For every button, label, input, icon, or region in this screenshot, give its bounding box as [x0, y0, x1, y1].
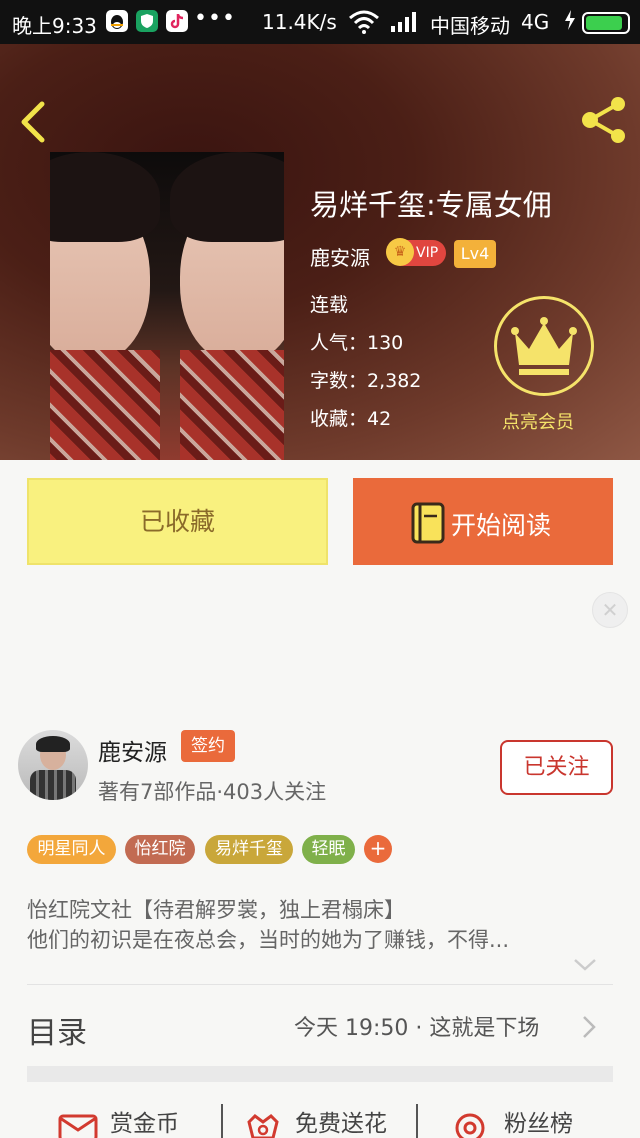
tag-item[interactable]: 怡红院: [125, 835, 195, 864]
send-flower-label: 免费送花: [295, 1111, 387, 1137]
status-bar: 晚上9:33 ••• 11.4K/s 中国移动 4G: [0, 0, 640, 44]
vip-label: VIP: [416, 245, 439, 261]
fan-rank-button[interactable]: 粉丝榜: [452, 1100, 592, 1138]
tag-item[interactable]: 易烊千玺: [205, 835, 293, 864]
carrier-name: 中国移动: [430, 14, 510, 38]
book-favorites: 收藏：42: [310, 408, 392, 430]
level-badge: Lv4: [454, 240, 496, 268]
tag-item[interactable]: 轻眠: [302, 835, 355, 864]
chevron-down-icon: [574, 959, 596, 971]
member-button[interactable]: [494, 296, 594, 396]
start-reading-button[interactable]: 开始阅读: [353, 478, 613, 565]
divider: [221, 1104, 223, 1138]
coin-envelope-icon: [58, 1114, 98, 1138]
reward-coin-button[interactable]: 赏金币: [58, 1100, 208, 1138]
close-icon: ✕: [601, 598, 619, 622]
book-author[interactable]: 鹿安源: [310, 242, 370, 271]
reward-coin-label: 赏金币: [110, 1111, 179, 1137]
book-popularity: 人气：130: [310, 332, 404, 354]
qq-icon: [106, 10, 128, 32]
divider: [27, 984, 613, 985]
wifi-icon: [348, 10, 380, 39]
close-ad-button[interactable]: ✕: [592, 592, 628, 628]
send-flower-button[interactable]: 免费送花: [243, 1100, 403, 1138]
favorited-button[interactable]: 已收藏: [27, 478, 328, 565]
book-icon: [411, 502, 445, 544]
crown-icon: ♛: [386, 238, 414, 266]
book-word-count: 字数：2,382: [310, 370, 422, 392]
more-notifications-icon: •••: [194, 6, 236, 31]
description-line: 他们的初识是在夜总会，当时的她为了赚钱，不得...: [27, 928, 510, 952]
book-status: 连载: [310, 294, 349, 316]
author-stats: 著有7部作品·403人关注: [98, 780, 327, 804]
net-speed: 11.4K/s: [262, 10, 337, 34]
network-type: 4G: [521, 10, 550, 34]
section-separator: [27, 1066, 613, 1082]
signed-badge: 签约: [181, 730, 235, 762]
signal-icon: [390, 10, 420, 39]
author-name[interactable]: 鹿安源: [98, 733, 167, 767]
share-button[interactable]: [578, 96, 630, 144]
add-tag-button[interactable]: +: [364, 835, 392, 863]
flower-icon: [247, 1114, 279, 1138]
toc-title[interactable]: 目录: [27, 1008, 87, 1052]
fan-rank-label: 粉丝榜: [504, 1111, 573, 1137]
back-chevron-icon: [21, 101, 45, 143]
share-icon: [582, 97, 625, 143]
toc-open-button[interactable]: [580, 1014, 598, 1040]
chevron-right-icon: [583, 1016, 596, 1038]
battery-icon: [582, 12, 630, 34]
book-cover[interactable]: [50, 152, 284, 460]
tag-item[interactable]: 明星同人: [27, 835, 116, 864]
shield-app-icon: [136, 10, 158, 32]
description-line: 怡红院文社【待君解罗裳，独上君榻床】: [27, 898, 405, 922]
crown-icon: [511, 317, 577, 375]
vip-badge: ♛ VIP: [386, 238, 446, 266]
book-title: 易烊千玺:专属女佣: [310, 188, 552, 222]
fan-rank-icon: [455, 1113, 485, 1138]
expand-description-button[interactable]: [572, 956, 598, 974]
start-reading-label: 开始阅读: [451, 511, 552, 540]
status-time: 晚上9:33: [12, 14, 97, 38]
tiktok-icon: [166, 10, 188, 32]
divider: [416, 1104, 418, 1138]
charging-icon: [564, 10, 576, 35]
follow-button[interactable]: 已关注: [500, 740, 613, 795]
toc-latest-chapter[interactable]: 今天 19:50 · 这就是下场: [294, 1010, 539, 1042]
back-button[interactable]: [16, 100, 56, 144]
author-avatar[interactable]: [18, 730, 88, 800]
member-label[interactable]: 点亮会员: [502, 408, 574, 434]
bottom-action-bar: 赏金币 免费送花 粉丝榜: [0, 1096, 640, 1138]
